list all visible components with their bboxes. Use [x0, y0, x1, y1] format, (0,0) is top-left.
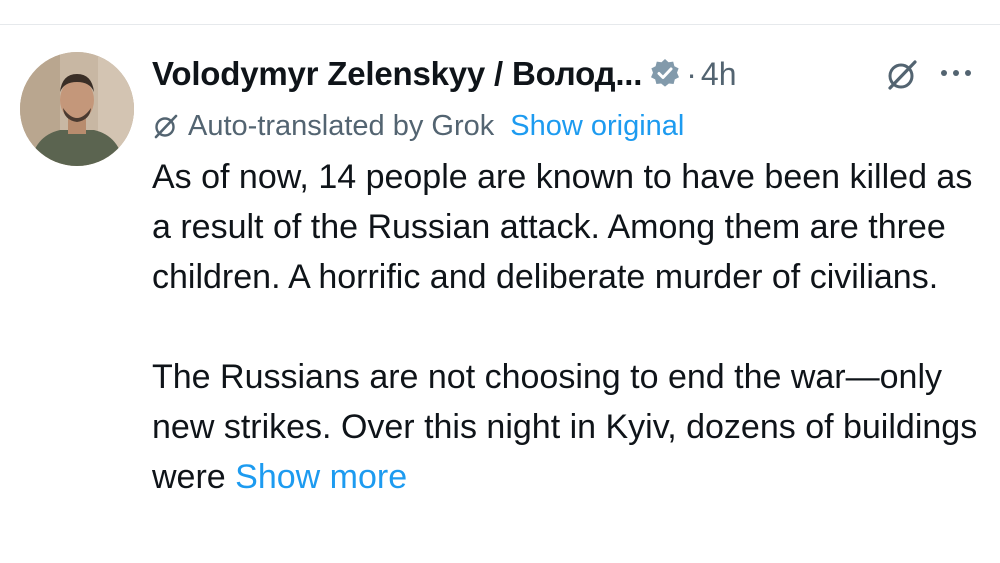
tweet-paragraph-2: The Russians are not choosing to end the… [152, 352, 992, 502]
translation-line: Auto-translated by Grok Show original [152, 106, 684, 146]
grok-icon[interactable] [884, 57, 920, 93]
avatar[interactable] [20, 52, 134, 166]
separator-dot: · [686, 55, 697, 92]
author-name[interactable]: Volodymyr Zelenskyy / Волод... [152, 55, 642, 93]
show-original-link[interactable]: Show original [510, 110, 684, 143]
verified-badge-icon [648, 57, 682, 91]
timestamp[interactable]: 4h [701, 56, 737, 93]
top-divider [0, 24, 1000, 25]
show-more-link[interactable]: Show more [235, 458, 407, 496]
grok-translate-icon [152, 112, 180, 140]
translation-note: Auto-translated by Grok [188, 109, 495, 142]
tweet-paragraph-1: As of now, 14 people are known to have b… [152, 158, 973, 296]
more-icon[interactable] [938, 58, 974, 88]
avatar-photo [20, 52, 134, 166]
tweet-body: As of now, 14 people are known to have b… [152, 152, 992, 502]
tweet-header: Volodymyr Zelenskyy / Волод... · 4h [152, 48, 982, 100]
